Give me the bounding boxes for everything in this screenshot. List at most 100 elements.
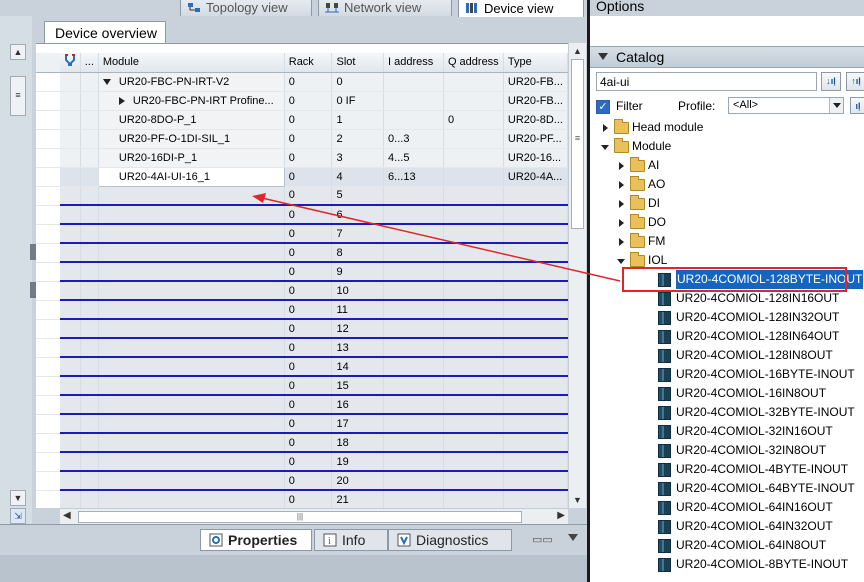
- row-module-cell[interactable]: [98, 376, 285, 396]
- catalog-module-item[interactable]: UR20-4COMIOL-64IN32OUT: [590, 517, 864, 536]
- header-module[interactable]: Module: [98, 53, 285, 73]
- row-module-cell[interactable]: [98, 395, 285, 415]
- tree-expand-icon[interactable]: [619, 238, 624, 246]
- catalog-module-item[interactable]: UR20-4COMIOL-32BYTE-INOUT: [590, 403, 864, 422]
- header-status-icon-col[interactable]: [59, 53, 81, 73]
- row-module-cell[interactable]: [98, 300, 285, 320]
- panel-menu-icon[interactable]: [568, 534, 578, 541]
- tab-topology-view[interactable]: Topology view: [180, 0, 312, 16]
- catalog-module-item[interactable]: UR20-4COMIOL-64BYTE-INOUT: [590, 479, 864, 498]
- empty-slot-row[interactable]: 07: [36, 224, 568, 244]
- header-i-address[interactable]: I address: [383, 53, 444, 73]
- row-module-cell[interactable]: [98, 319, 285, 339]
- row-module-cell[interactable]: [98, 490, 285, 508]
- catalog-module-item[interactable]: UR20-4COMIOL-128IN16OUT: [590, 289, 864, 308]
- row-module-cell[interactable]: [98, 224, 285, 244]
- tab-network-view[interactable]: Network view: [318, 0, 452, 16]
- window-restore-icon[interactable]: ▭▭: [532, 533, 553, 546]
- catalog-module-item[interactable]: UR20-4COMIOL-32IN8OUT: [590, 441, 864, 460]
- catalog-module-item[interactable]: UR20-4COMIOL-128BYTE-INOUT: [590, 269, 864, 290]
- filter-checkbox[interactable]: ✓: [596, 100, 610, 114]
- row-module-cell[interactable]: [98, 205, 285, 225]
- left-panel-grip[interactable]: ≡: [10, 76, 26, 116]
- empty-slot-row[interactable]: 0 12: [36, 319, 568, 339]
- catalog-module-item[interactable]: UR20-4COMIOL-8BYTE-INOUT: [590, 555, 864, 574]
- empty-slot-row[interactable]: 0 14: [36, 357, 568, 377]
- table-row[interactable]: UR20-FBC-PN-IRT-V2 0 0 UR20-FB...: [36, 72, 568, 92]
- profile-select[interactable]: <All>: [728, 97, 844, 114]
- scroll-right-arrow[interactable]: ▶: [557, 510, 565, 521]
- catalog-module-item[interactable]: UR20-4COMIOL-128IN32OUT: [590, 308, 864, 327]
- catalog-module-item[interactable]: UR20-4COMIOL-4BYTE-INOUT: [590, 460, 864, 479]
- catalog-header[interactable]: Catalog: [590, 46, 864, 68]
- empty-slot-row[interactable]: 0 15: [36, 376, 568, 396]
- catalog-folder-item[interactable]: AI: [590, 156, 864, 175]
- scroll-thumb[interactable]: [571, 59, 584, 229]
- row-module-cell[interactable]: UR20-FBC-PN-IRT Profine...: [98, 91, 285, 111]
- catalog-collapse-icon[interactable]: [598, 53, 608, 60]
- tree-expand-icon[interactable]: [619, 219, 624, 227]
- catalog-search-input[interactable]: [596, 72, 817, 91]
- row-module-cell[interactable]: [98, 338, 285, 358]
- scroll-down-button[interactable]: ▼: [10, 490, 26, 506]
- tree-expand-icon[interactable]: [619, 162, 624, 170]
- header-type[interactable]: Type: [503, 53, 568, 73]
- chevron-down-icon[interactable]: [829, 98, 843, 113]
- empty-slot-row[interactable]: 06: [36, 205, 568, 225]
- empty-slot-row[interactable]: 0 20: [36, 471, 568, 491]
- row-module-cell[interactable]: [98, 433, 285, 453]
- empty-slot-row[interactable]: 09: [36, 262, 568, 282]
- catalog-folder-item[interactable]: Head module: [590, 118, 864, 137]
- tab-device-view[interactable]: Device view: [458, 0, 584, 17]
- device-overview-tab[interactable]: Device overview: [44, 21, 166, 43]
- table-row[interactable]: UR20-16DI-P_1 0 3 4...5 UR20-16...: [36, 148, 568, 168]
- row-module-cell[interactable]: UR20-8DO-P_1: [98, 110, 285, 130]
- go-to-icon[interactable]: ⇲: [10, 508, 26, 524]
- empty-slot-row[interactable]: 0 17: [36, 414, 568, 434]
- tab-info[interactable]: i Info: [314, 529, 388, 551]
- grid-horizontal-scrollbar[interactable]: ◀ ||| ▶: [60, 508, 568, 524]
- row-module-cell[interactable]: [98, 471, 285, 491]
- empty-slot-row[interactable]: 0 18: [36, 433, 568, 453]
- row-module-cell[interactable]: [98, 186, 285, 206]
- tree-expand-icon[interactable]: [619, 181, 624, 189]
- empty-slot-row[interactable]: 0 16: [36, 395, 568, 415]
- catalog-folder-item[interactable]: FM: [590, 232, 864, 251]
- row-collapse-icon[interactable]: [102, 78, 111, 85]
- empty-slot-row[interactable]: 0 21: [36, 490, 568, 508]
- table-row[interactable]: UR20-8DO-P_1 0 1 0 UR20-8D...: [36, 110, 568, 130]
- tree-expand-icon[interactable]: [603, 124, 608, 132]
- search-down-button[interactable]: ↓ıḷ: [821, 72, 841, 91]
- empty-slot-row[interactable]: 05: [36, 186, 568, 206]
- catalog-folder-item[interactable]: Module: [590, 137, 864, 156]
- header-rack[interactable]: Rack: [284, 53, 333, 73]
- header-more-col[interactable]: ...: [80, 53, 99, 73]
- catalog-module-item[interactable]: UR20-4COMIOL-32IN16OUT: [590, 422, 864, 441]
- catalog-module-item[interactable]: UR20-4COMIOL-16BYTE-INOUT: [590, 365, 864, 384]
- table-row[interactable]: UR20-FBC-PN-IRT Profine... 0 0 IF UR20-FB..…: [36, 91, 568, 111]
- catalog-module-item[interactable]: UR20-4COMIOL-128IN8OUT: [590, 346, 864, 365]
- row-expand-icon[interactable]: [118, 96, 125, 105]
- row-module-cell[interactable]: [98, 357, 285, 377]
- empty-slot-row[interactable]: 08: [36, 243, 568, 263]
- empty-slot-row[interactable]: 0 13: [36, 338, 568, 358]
- row-module-cell[interactable]: [98, 262, 285, 282]
- catalog-module-item[interactable]: UR20-4COMIOL-64IN8OUT: [590, 536, 864, 555]
- row-module-cell[interactable]: [98, 452, 285, 472]
- scroll-up-arrow[interactable]: ▲: [571, 44, 584, 58]
- horizontal-scroll-thumb[interactable]: |||: [78, 511, 522, 523]
- table-row[interactable]: UR20-PF-O-1DI-SIL_1 0 2 0...3 UR20-PF...: [36, 129, 568, 149]
- catalog-folder-item[interactable]: AO: [590, 175, 864, 194]
- grid-vertical-scrollbar[interactable]: ▲ ≡ ▼: [568, 43, 586, 508]
- catalog-module-item[interactable]: UR20-4COMIOL-64IN16OUT: [590, 498, 864, 517]
- header-slot[interactable]: Slot: [331, 53, 385, 73]
- catalog-folder-item[interactable]: IOL: [590, 251, 864, 270]
- header-q-address[interactable]: Q address: [443, 53, 504, 73]
- scroll-left-arrow[interactable]: ◀: [63, 510, 71, 521]
- profile-settings-button[interactable]: ıḷ: [850, 97, 864, 114]
- tree-collapse-icon[interactable]: [617, 259, 625, 264]
- catalog-module-item[interactable]: UR20-4COMIOL-128IN64OUT: [590, 327, 864, 346]
- row-module-cell[interactable]: UR20-16DI-P_1: [98, 148, 285, 168]
- table-row[interactable]: UR20-4AI-UI-16_1 0 4 6...13 UR20-4A...: [36, 166, 568, 187]
- scroll-up-button[interactable]: ▲: [10, 44, 26, 60]
